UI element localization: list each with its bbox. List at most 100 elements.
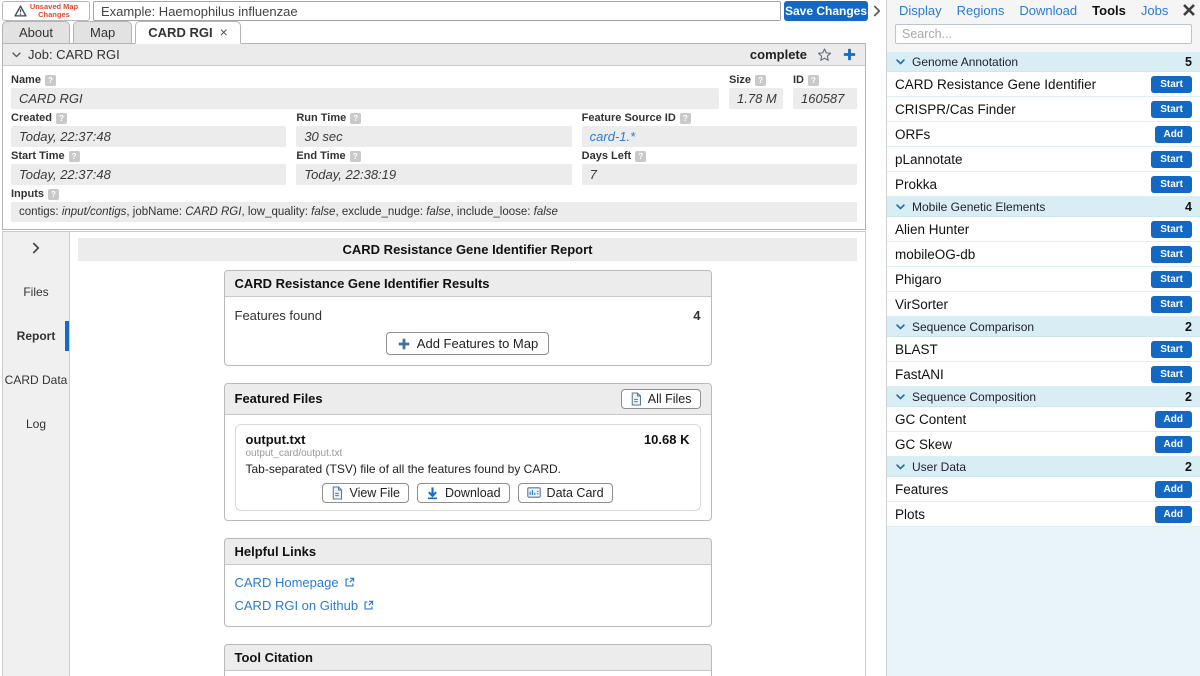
section-count: 2 — [1185, 459, 1192, 474]
input-value: CARD RGI — [185, 206, 242, 218]
file-description: Tab-separated (TSV) file of all the feat… — [245, 461, 562, 476]
tools-section-header[interactable]: Genome Annotation 5 — [887, 52, 1200, 72]
menu-item-jobs[interactable]: Jobs — [1141, 3, 1168, 18]
field-value-id: 160587 — [793, 88, 857, 109]
tool-action-button[interactable]: Start — [1151, 245, 1192, 263]
file-name: output.txt — [245, 431, 306, 447]
tool-row: VirSorter Start — [887, 292, 1200, 317]
map-name-input[interactable] — [93, 1, 781, 21]
help-icon[interactable]: ? — [808, 74, 819, 86]
tool-action-button[interactable]: Start — [1151, 220, 1192, 238]
tool-name: Alien Hunter — [895, 221, 970, 237]
tool-action-button[interactable]: Add — [1154, 435, 1192, 453]
file-path: output_card/output.txt — [245, 447, 343, 459]
field-label-name: Name? — [11, 74, 719, 86]
tool-name: Phigaro — [895, 271, 942, 287]
field-value-days-left: 7 — [581, 164, 857, 185]
job-title: Job: CARD RGI — [28, 47, 120, 62]
help-icon[interactable]: ? — [44, 74, 56, 86]
tool-action-button[interactable]: Start — [1151, 75, 1192, 93]
field-value-feature-source-id[interactable]: card-1.* — [581, 126, 857, 147]
tool-action-button[interactable]: Add — [1154, 125, 1192, 143]
close-icon[interactable] — [1181, 2, 1197, 18]
download-button[interactable]: Download — [416, 482, 510, 503]
tool-action-button[interactable]: Start — [1151, 100, 1192, 118]
tool-name: mobileOG-db — [895, 246, 976, 262]
help-icon[interactable]: ? — [755, 74, 767, 86]
tool-action-button[interactable]: Start — [1151, 150, 1192, 168]
tools-section-header[interactable]: Mobile Genetic Elements 4 — [887, 197, 1200, 217]
top-bar: Unsaved MapChanges Save Changes — [0, 0, 868, 21]
help-icon[interactable]: ? — [68, 150, 80, 162]
tools-section-header[interactable]: Sequence Comparison 2 — [887, 317, 1200, 337]
help-icon[interactable]: ? — [679, 112, 691, 124]
data-card-button[interactable]: Data Card — [517, 482, 613, 503]
menu-item-download[interactable]: Download — [1019, 3, 1077, 18]
all-files-button[interactable]: All Files — [620, 388, 701, 409]
field-label-end-time: End Time? — [296, 150, 571, 162]
menu-item-regions[interactable]: Regions — [957, 3, 1005, 18]
panel-collapse-chevron-right-icon[interactable] — [869, 2, 885, 20]
file-size: 10.68 K — [643, 431, 690, 447]
input-key: include_loose: — [456, 206, 534, 218]
all-files-label: All Files — [647, 391, 692, 406]
job-status-badge: complete — [749, 47, 807, 62]
star-icon[interactable] — [816, 47, 833, 63]
tool-action-button[interactable]: Start — [1151, 175, 1192, 193]
menu-item-tools[interactable]: Tools — [1092, 3, 1126, 18]
external-link-icon — [363, 600, 374, 611]
section-name: Sequence Composition — [912, 389, 1037, 404]
input-value: false — [311, 206, 336, 218]
help-icon[interactable]: ? — [350, 112, 362, 124]
field-value-run-time: 30 sec — [296, 126, 572, 147]
chevron-down-icon — [895, 201, 906, 212]
help-icon[interactable]: ? — [55, 112, 67, 124]
help-icon[interactable]: ? — [48, 188, 59, 200]
features-found-value: 4 — [693, 308, 701, 323]
view-file-button[interactable]: View File — [322, 482, 409, 503]
tool-name: GC Skew — [895, 436, 953, 452]
tool-action-button[interactable]: Start — [1151, 295, 1192, 313]
tool-action-button[interactable]: Add — [1154, 480, 1192, 498]
field-label-created: Created? — [11, 112, 286, 124]
save-changes-button[interactable]: Save Changes — [784, 1, 868, 21]
tool-action-button[interactable]: Start — [1151, 270, 1192, 288]
tool-action-button[interactable]: Start — [1151, 365, 1192, 383]
tab-map[interactable]: Map — [72, 21, 133, 44]
card-homepage-link[interactable]: CARD Homepage — [235, 575, 355, 590]
tab-about[interactable]: About — [2, 21, 70, 44]
job-panel-header[interactable]: Job: CARD RGI complete — [3, 44, 865, 66]
tools-section-header[interactable]: Sequence Composition 2 — [887, 387, 1200, 407]
tools-panel: Display Regions Download Tools Jobs Geno… — [886, 0, 1200, 676]
sidebar-item-log[interactable]: Log — [3, 402, 69, 446]
tool-row: GC Skew Add — [887, 432, 1200, 457]
tools-section-header[interactable]: User Data 2 — [887, 457, 1200, 477]
tools-panel-menu: Display Regions Download Tools Jobs — [887, 0, 1200, 20]
tool-row: Features Add — [887, 477, 1200, 502]
add-features-to-map-button[interactable]: Add Features to Map — [385, 332, 550, 355]
tool-action-button[interactable]: Add — [1154, 410, 1192, 428]
sidebar-item-files[interactable]: Files — [3, 270, 69, 314]
tool-action-button[interactable]: Add — [1154, 505, 1192, 523]
tab-close-icon[interactable]: × — [220, 25, 228, 39]
unsaved-changes-button[interactable]: Unsaved Map Changes — [2, 1, 90, 21]
plus-icon[interactable] — [842, 47, 857, 62]
input-value: input/contigs — [61, 206, 127, 218]
card-rgi-github-link[interactable]: CARD RGI on Github — [235, 598, 375, 613]
menu-item-display[interactable]: Display — [899, 3, 942, 18]
card-homepage-label: CARD Homepage — [234, 574, 339, 590]
tools-search-input[interactable] — [895, 24, 1192, 44]
job-fields: Name? CARD RGI Size? 1.78 M ID? 160587 C… — [3, 66, 865, 229]
tool-action-button[interactable]: Start — [1151, 340, 1192, 358]
sidebar-collapse-chevron-right-icon[interactable] — [3, 232, 69, 270]
help-icon[interactable]: ? — [635, 150, 647, 162]
section-name: User Data — [912, 459, 967, 474]
field-value-inputs: contigs: input/contigs, jobName: CARD RG… — [11, 202, 857, 222]
input-key: low_quality: — [247, 206, 312, 218]
tool-row: Plots Add — [887, 502, 1200, 527]
sidebar-item-report[interactable]: Report — [3, 314, 69, 358]
tab-card-rgi[interactable]: CARD RGI × — [135, 21, 241, 44]
file-card: output.txt 10.68 K output_card/output.tx… — [234, 423, 701, 511]
help-icon[interactable]: ? — [349, 150, 361, 162]
sidebar-item-card-data[interactable]: CARD Data — [3, 358, 69, 402]
